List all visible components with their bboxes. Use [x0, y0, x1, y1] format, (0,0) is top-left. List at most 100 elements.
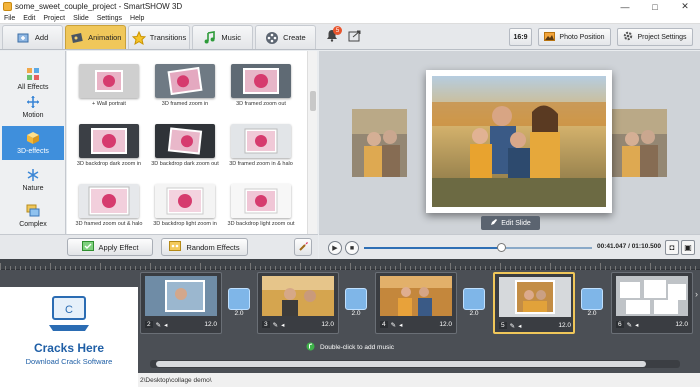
project-settings-button[interactable]: Project Settings: [617, 28, 693, 46]
effect-3d-backdrop-dark-zoom-in[interactable]: 3D backdrop dark zoom in: [75, 120, 143, 176]
apply-effect-button[interactable]: Apply Effect: [67, 238, 153, 256]
stop-button[interactable]: ■: [345, 241, 359, 255]
menu-help[interactable]: Help: [126, 15, 148, 22]
slide-frame[interactable]: [426, 70, 612, 213]
project-settings-label: Project Settings: [637, 33, 687, 41]
menu-edit[interactable]: Edit: [19, 15, 39, 22]
layers-icon: [26, 204, 40, 218]
playback-knob[interactable]: [496, 243, 506, 252]
menu-settings[interactable]: Settings: [93, 15, 126, 22]
category-3d-effects[interactable]: 3D-effects: [2, 126, 64, 160]
ruler-tick: [270, 266, 271, 270]
minimize-button[interactable]: —: [610, 0, 640, 13]
player-controls: ▶ ■ 00:41.047 / 01:10.500 ◘ ▣: [319, 234, 700, 259]
effect-wall-portrait[interactable]: + Wall portrait: [75, 60, 143, 116]
ruler-tick: [15, 266, 16, 270]
ruler-tick: [230, 266, 231, 270]
speaker-icon[interactable]: ◂: [635, 321, 638, 329]
time-readout: 00:41.047 / 01:10.500: [597, 243, 661, 250]
category-label: 3D-effects: [17, 148, 49, 155]
ruler-tick: [90, 266, 91, 270]
edit-slide-button[interactable]: Edit Slide: [481, 216, 540, 230]
play-button[interactable]: ▶: [328, 241, 342, 255]
effect-3d-framed-zoom-in-halo[interactable]: 3D framed zoom in & halo: [227, 120, 295, 176]
pencil-icon[interactable]: ✎: [627, 321, 632, 329]
transition-tile[interactable]: [581, 288, 603, 310]
ruler-tick: [490, 266, 491, 270]
ruler-tick: [595, 266, 596, 270]
brush-icon: [298, 241, 309, 254]
effect-thumbnail: [155, 124, 215, 158]
ruler-tick: [215, 266, 216, 270]
ruler-tick: [290, 266, 291, 270]
slide-duration: 12.0: [439, 321, 452, 328]
effect-3d-backdrop-dark-zoom-out[interactable]: 3D backdrop dark zoom out: [151, 120, 219, 176]
fullscreen-button[interactable]: ▣: [681, 240, 695, 255]
speaker-icon[interactable]: ◂: [399, 321, 402, 329]
menu-slide[interactable]: Slide: [69, 15, 93, 22]
speaker-icon[interactable]: ◂: [164, 321, 167, 329]
tab-transitions[interactable]: Transitions: [128, 25, 190, 49]
pencil-icon[interactable]: ✎: [273, 321, 278, 329]
tab-create[interactable]: Create: [254, 25, 317, 49]
close-button[interactable]: ✕: [670, 0, 700, 13]
watermark: C Cracks Here Download Crack Software: [0, 287, 138, 387]
category-motion[interactable]: Motion: [2, 90, 64, 124]
timeline-scrollbar[interactable]: [150, 360, 680, 368]
ruler-tick: [60, 266, 61, 270]
transition-tile[interactable]: [228, 288, 250, 310]
brush-button[interactable]: [294, 238, 312, 256]
ruler-tick: [620, 266, 621, 270]
photo-position-button[interactable]: Photo Position: [538, 28, 611, 46]
random-effects-button[interactable]: Random Effects: [161, 238, 248, 256]
music-note-icon: [203, 30, 217, 45]
family-photo: [432, 76, 606, 207]
ruler-tick: [260, 266, 261, 270]
effect-categories: All Effects Motion 3D-effects Nature Com…: [0, 51, 66, 234]
maximize-button[interactable]: □: [640, 0, 670, 13]
timeline-scroll-thumb[interactable]: [156, 361, 646, 367]
menu-file[interactable]: File: [0, 15, 19, 22]
watermark-subtitle: Download Crack Software: [25, 357, 113, 366]
tab-music[interactable]: Music: [191, 25, 253, 49]
menu-project[interactable]: Project: [39, 15, 69, 22]
pencil-icon[interactable]: ✎: [510, 322, 515, 330]
snapshot-button[interactable]: ◘: [665, 240, 679, 255]
tab-transitions-label: Transitions: [149, 33, 187, 42]
grid-icon: [26, 67, 40, 81]
tab-add[interactable]: Add: [2, 25, 64, 49]
transition-tile[interactable]: [463, 288, 485, 310]
transition-tile[interactable]: [345, 288, 367, 310]
share-icon[interactable]: [348, 29, 362, 45]
effect-thumbnail: [231, 64, 291, 98]
effect-3d-backdrop-light-zoom-out[interactable]: 3D backdrop light zoom out: [227, 180, 295, 234]
aspect-ratio-button[interactable]: 16:9: [509, 28, 532, 46]
tab-animation[interactable]: Animation: [65, 25, 127, 49]
speaker-icon[interactable]: ◂: [281, 321, 284, 329]
effect-3d-backdrop-light-zoom-in[interactable]: 3D backdrop light zoom in: [151, 180, 219, 234]
timeline-slide[interactable]: 6 ✎ ◂ 12.0: [611, 272, 693, 334]
stop-icon: ■: [349, 244, 355, 252]
ruler-tick: [515, 266, 516, 270]
effect-3d-framed-zoom-out[interactable]: 3D framed zoom out: [227, 60, 295, 116]
scroll-thumb[interactable]: [310, 91, 316, 111]
gallery-scrollbar[interactable]: [307, 51, 317, 234]
effect-3d-framed-zoom-in[interactable]: 3D framed zoom in: [151, 60, 219, 116]
timeline-slide[interactable]: 4 ✎ ◂ 12.0: [375, 272, 457, 334]
category-complex[interactable]: Complex: [2, 199, 64, 233]
timeline-scroll-right-icon[interactable]: ›: [695, 289, 698, 299]
speaker-icon[interactable]: ◂: [518, 322, 521, 330]
effect-3d-framed-zoom-out-halo[interactable]: 3D framed zoom out & halo: [75, 180, 143, 234]
ruler-tick: [625, 266, 626, 270]
slide-duration: 12.0: [204, 321, 217, 328]
category-nature[interactable]: Nature: [2, 163, 64, 197]
pencil-icon[interactable]: ✎: [391, 321, 396, 329]
timeline-slide-selected[interactable]: 5 ✎ ◂ 12.0: [493, 272, 575, 334]
pencil-icon[interactable]: ✎: [156, 321, 161, 329]
playback-track[interactable]: [364, 243, 592, 252]
timeline-slide[interactable]: 2 ✎ ◂ 12.0: [140, 272, 222, 334]
ruler-tick: [95, 266, 96, 270]
timeline-slide[interactable]: 3 ✎ ◂ 12.0: [257, 272, 339, 334]
transition-duration: 2.0: [234, 310, 244, 317]
ruler-tick: [555, 266, 556, 270]
